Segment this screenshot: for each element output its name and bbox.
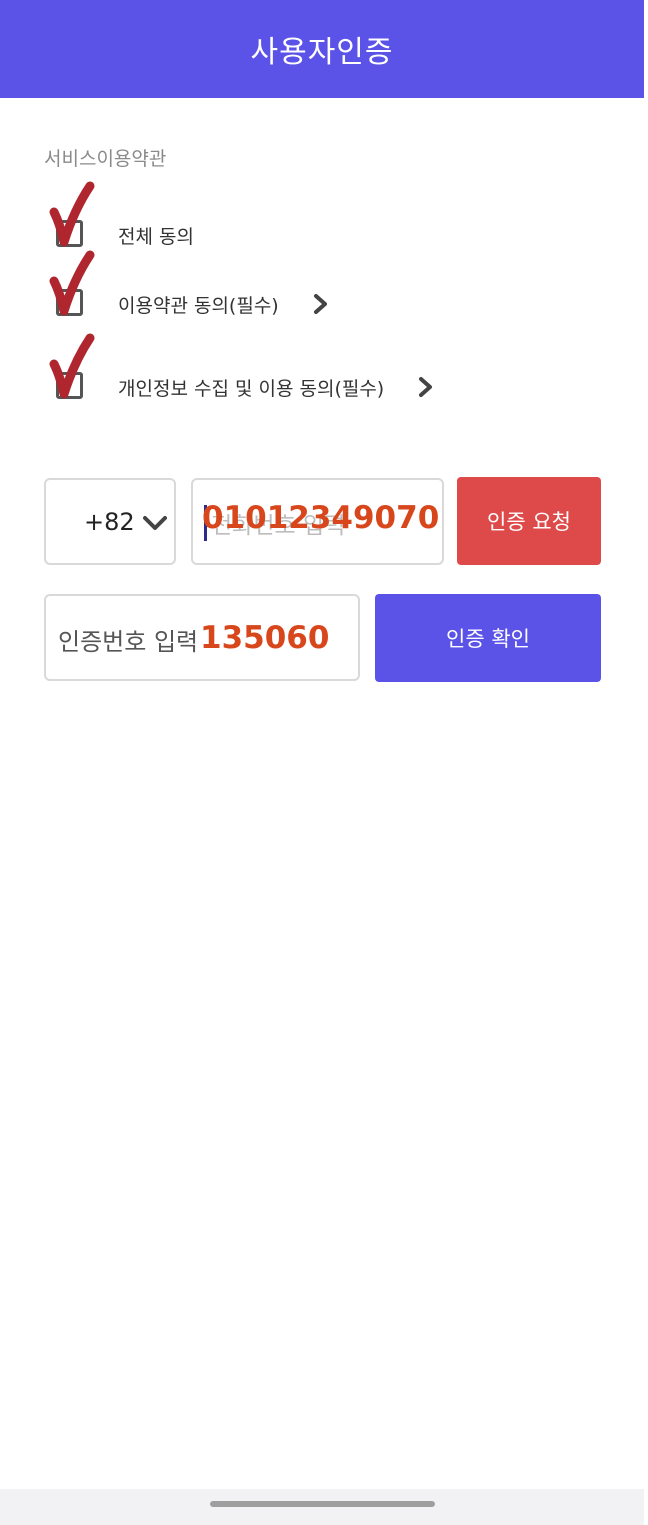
- country-code-select[interactable]: +82: [44, 478, 176, 565]
- agree-privacy-label: 개인정보 수집 및 이용 동의(필수): [118, 378, 385, 400]
- verification-code-overlay: 135060: [200, 620, 330, 656]
- confirm-verification-button[interactable]: 인증 확인: [375, 594, 601, 682]
- request-verification-button[interactable]: 인증 요청: [457, 477, 601, 565]
- home-indicator[interactable]: [210, 1501, 435, 1507]
- hand-drawn-check-icon: [49, 181, 95, 247]
- chevron-right-icon[interactable]: [417, 376, 435, 398]
- country-code-value: +82: [84, 507, 135, 536]
- chevron-down-icon: [143, 516, 167, 530]
- page-title: 사용자인증: [250, 35, 394, 70]
- terms-section-title: 서비스이용약관: [44, 148, 167, 170]
- hand-drawn-check-icon: [49, 333, 95, 399]
- agree-terms-label: 이용약관 동의(필수): [118, 295, 279, 317]
- system-nav-bar: [0, 1489, 644, 1525]
- chevron-right-icon[interactable]: [312, 293, 330, 315]
- app-header: 사용자인증: [0, 0, 644, 98]
- hand-drawn-check-icon: [49, 250, 95, 316]
- phone-number-overlay: 01012349070: [202, 500, 440, 536]
- verification-placeholder: 인증번호 입력: [58, 628, 199, 656]
- agree-all-label: 전체 동의: [118, 226, 194, 248]
